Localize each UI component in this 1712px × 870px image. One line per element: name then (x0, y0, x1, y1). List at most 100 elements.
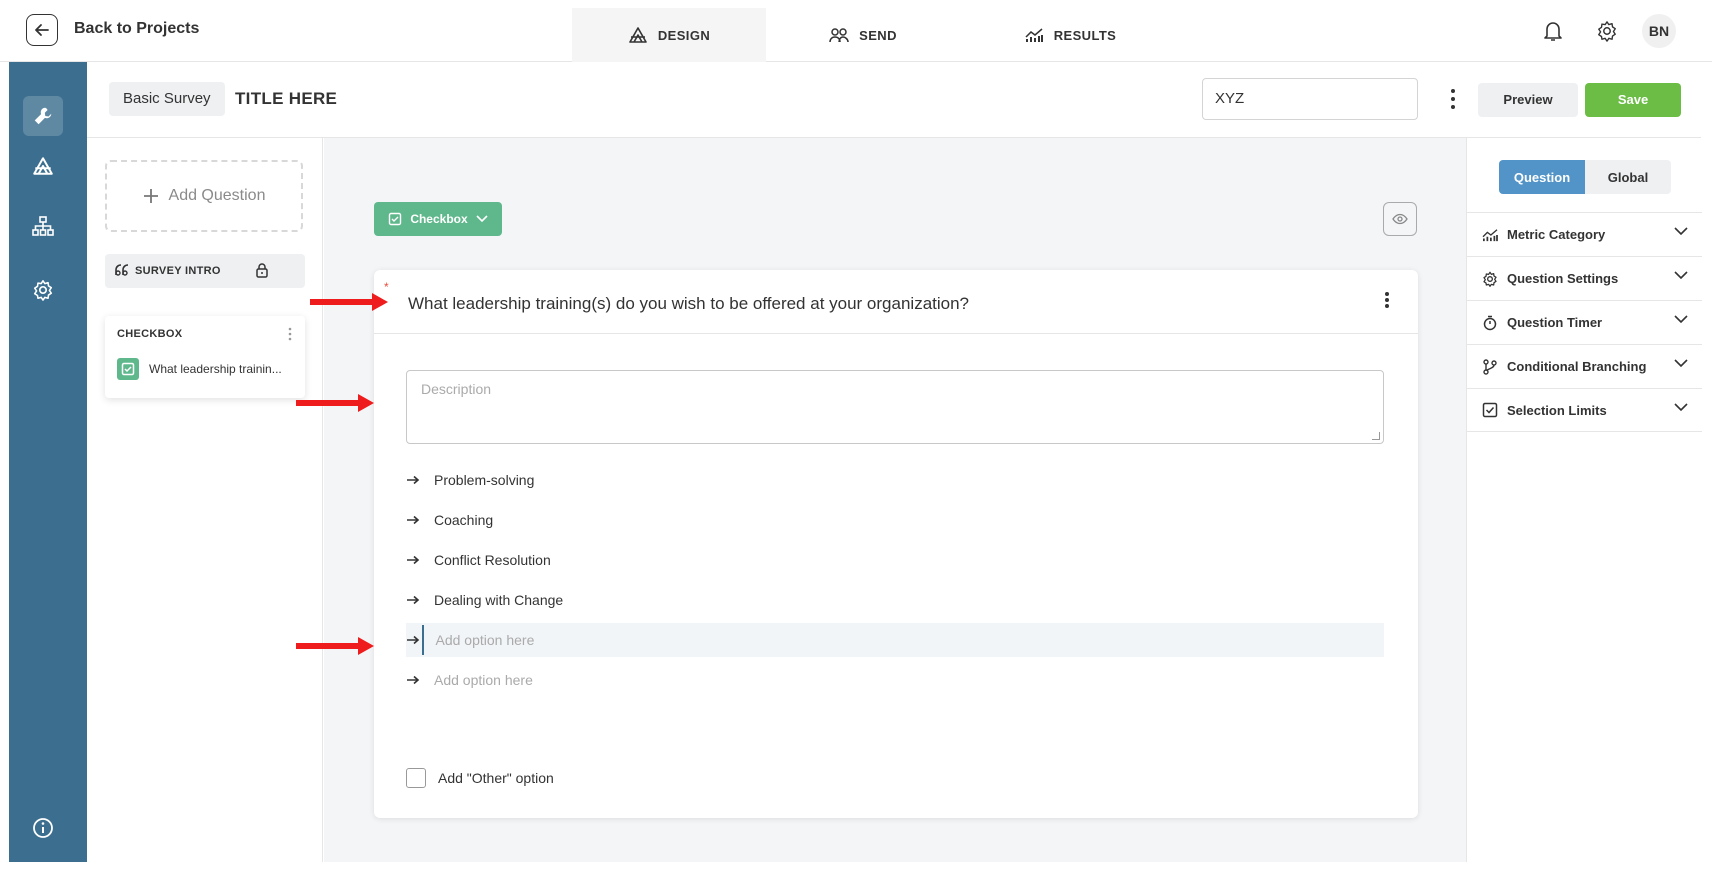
question-preview-text: What leadership trainin... (149, 362, 282, 376)
accordion-conditional-branching[interactable]: Conditional Branching (1467, 344, 1702, 388)
option-placeholder: Add option here (434, 672, 533, 688)
question-list-panel: Add Question SURVEY INTRO CHECKBOX What … (87, 138, 323, 862)
left-icon-rail (9, 62, 87, 862)
add-question-label: Add Question (168, 187, 266, 204)
checkbox-icon (389, 212, 402, 226)
lock-icon (256, 263, 268, 278)
survey-intro-item[interactable]: SURVEY INTRO (105, 254, 305, 288)
checkbox-box[interactable] (406, 768, 426, 788)
option-row[interactable]: Dealing with Change (406, 583, 1384, 617)
survey-intro-label: SURVEY INTRO (135, 265, 221, 277)
arrow-right-icon (407, 595, 420, 605)
survey-header: Basic Survey TITLE HERE * Preview Save (87, 62, 1701, 138)
survey-name-input[interactable] (1202, 78, 1418, 120)
arrow-right-icon (407, 515, 420, 525)
survey-title[interactable]: TITLE HERE (235, 89, 337, 109)
question-card: * What leadership training(s) do you wis… (374, 270, 1418, 818)
more-options-icon[interactable] (1384, 290, 1390, 310)
tab-global[interactable]: Global (1585, 160, 1671, 194)
sitemap-icon (32, 216, 54, 236)
chevron-down-icon (1674, 227, 1688, 236)
option-row[interactable]: Conflict Resolution (406, 543, 1384, 577)
back-to-projects-link[interactable]: Back to Projects (74, 20, 199, 38)
branch-icon (1483, 358, 1497, 375)
question-type-dropdown[interactable]: Checkbox (374, 202, 502, 236)
new-option-input[interactable]: Add option here (406, 663, 1384, 697)
accordion-label: Conditional Branching (1507, 359, 1647, 374)
quote-icon (115, 264, 129, 276)
settings-button[interactable] (1594, 18, 1620, 44)
tab-design[interactable]: DESIGN (572, 8, 766, 62)
more-options-icon[interactable] (1445, 86, 1461, 112)
rail-info-button[interactable] (23, 808, 63, 848)
chevron-down-icon (476, 215, 488, 223)
accordion-label: Question Timer (1507, 315, 1603, 330)
add-question-button[interactable]: Add Question (105, 160, 303, 232)
eye-icon (1392, 213, 1408, 225)
option-label: Problem-solving (434, 472, 535, 488)
question-card-header: * What leadership training(s) do you wis… (374, 270, 1418, 334)
checkbox-type-icon (117, 358, 139, 380)
preview-button[interactable]: Preview (1478, 83, 1578, 117)
option-label: Conflict Resolution (434, 552, 551, 568)
user-avatar[interactable]: BN (1642, 14, 1676, 48)
accordion-question-settings[interactable]: Question Settings (1467, 256, 1702, 300)
gear-icon (1598, 21, 1616, 42)
arrow-right-icon (407, 635, 420, 645)
tab-send-label: SEND (859, 27, 897, 43)
accordion-label: Selection Limits (1507, 402, 1607, 418)
gear-icon (33, 280, 53, 301)
save-button[interactable]: Save (1585, 83, 1681, 117)
arrow-right-icon (407, 555, 420, 565)
info-icon (33, 818, 53, 838)
annotation-arrow (296, 394, 374, 412)
description-textarea[interactable]: Description (406, 370, 1384, 444)
annotation-arrow (296, 637, 374, 655)
option-placeholder: Add option here (435, 632, 535, 648)
arrow-right-icon (407, 675, 420, 685)
wrench-icon (34, 107, 52, 125)
question-type-label: CHECKBOX (117, 328, 183, 340)
question-type-label: Checkbox (410, 212, 468, 226)
more-options-icon[interactable] (287, 326, 293, 342)
question-list-item[interactable]: CHECKBOX What leadership trainin... (105, 316, 305, 398)
option-row[interactable]: Coaching (406, 503, 1384, 537)
add-other-option-checkbox[interactable]: Add "Other" option (406, 768, 554, 788)
question-text-input[interactable]: What leadership training(s) do you wish … (408, 294, 969, 314)
settings-tab-switch: Question Global (1499, 160, 1671, 194)
accordion-selection-limits[interactable]: Selection Limits (1467, 388, 1702, 432)
rail-design-button[interactable] (23, 146, 63, 186)
tab-question[interactable]: Question (1499, 160, 1585, 194)
design-icon (629, 27, 647, 43)
option-label: Dealing with Change (434, 592, 564, 608)
chart-icon (1482, 228, 1498, 241)
back-arrow-button[interactable] (26, 14, 58, 46)
bell-icon (1544, 22, 1562, 41)
new-option-input[interactable]: Add option here (406, 623, 1384, 657)
accordion-label: Question Settings (1507, 271, 1619, 286)
survey-type-badge[interactable]: Basic Survey (109, 82, 225, 116)
chevron-down-icon (1674, 271, 1688, 280)
accordion-question-timer[interactable]: Question Timer (1467, 300, 1702, 344)
question-editor-canvas: Checkbox * What leadership training(s) d… (324, 138, 1466, 862)
option-row[interactable]: Problem-solving (406, 463, 1384, 497)
preview-toggle-button[interactable] (1383, 202, 1417, 236)
tab-design-label: DESIGN (657, 27, 711, 43)
accordion-label: Metric Category (1507, 227, 1606, 242)
text-caret (422, 625, 424, 655)
gear-icon (1483, 271, 1497, 287)
tab-results[interactable]: RESULTS (960, 8, 1180, 62)
tab-results-label: RESULTS (1053, 27, 1117, 43)
accordion-metric-category[interactable]: Metric Category (1467, 212, 1702, 256)
settings-panel: Question Global Metric Category Question… (1466, 138, 1702, 862)
rail-sitemap-button[interactable] (23, 206, 63, 246)
notifications-button[interactable] (1540, 18, 1566, 44)
tab-send[interactable]: SEND (766, 8, 960, 62)
annotation-arrow (310, 293, 388, 311)
option-label: Coaching (434, 512, 494, 528)
chevron-down-icon (1674, 359, 1688, 368)
arrow-left-icon (35, 24, 49, 36)
people-icon (829, 28, 849, 43)
rail-tools-button[interactable] (23, 96, 63, 136)
rail-settings-button[interactable] (23, 270, 63, 310)
